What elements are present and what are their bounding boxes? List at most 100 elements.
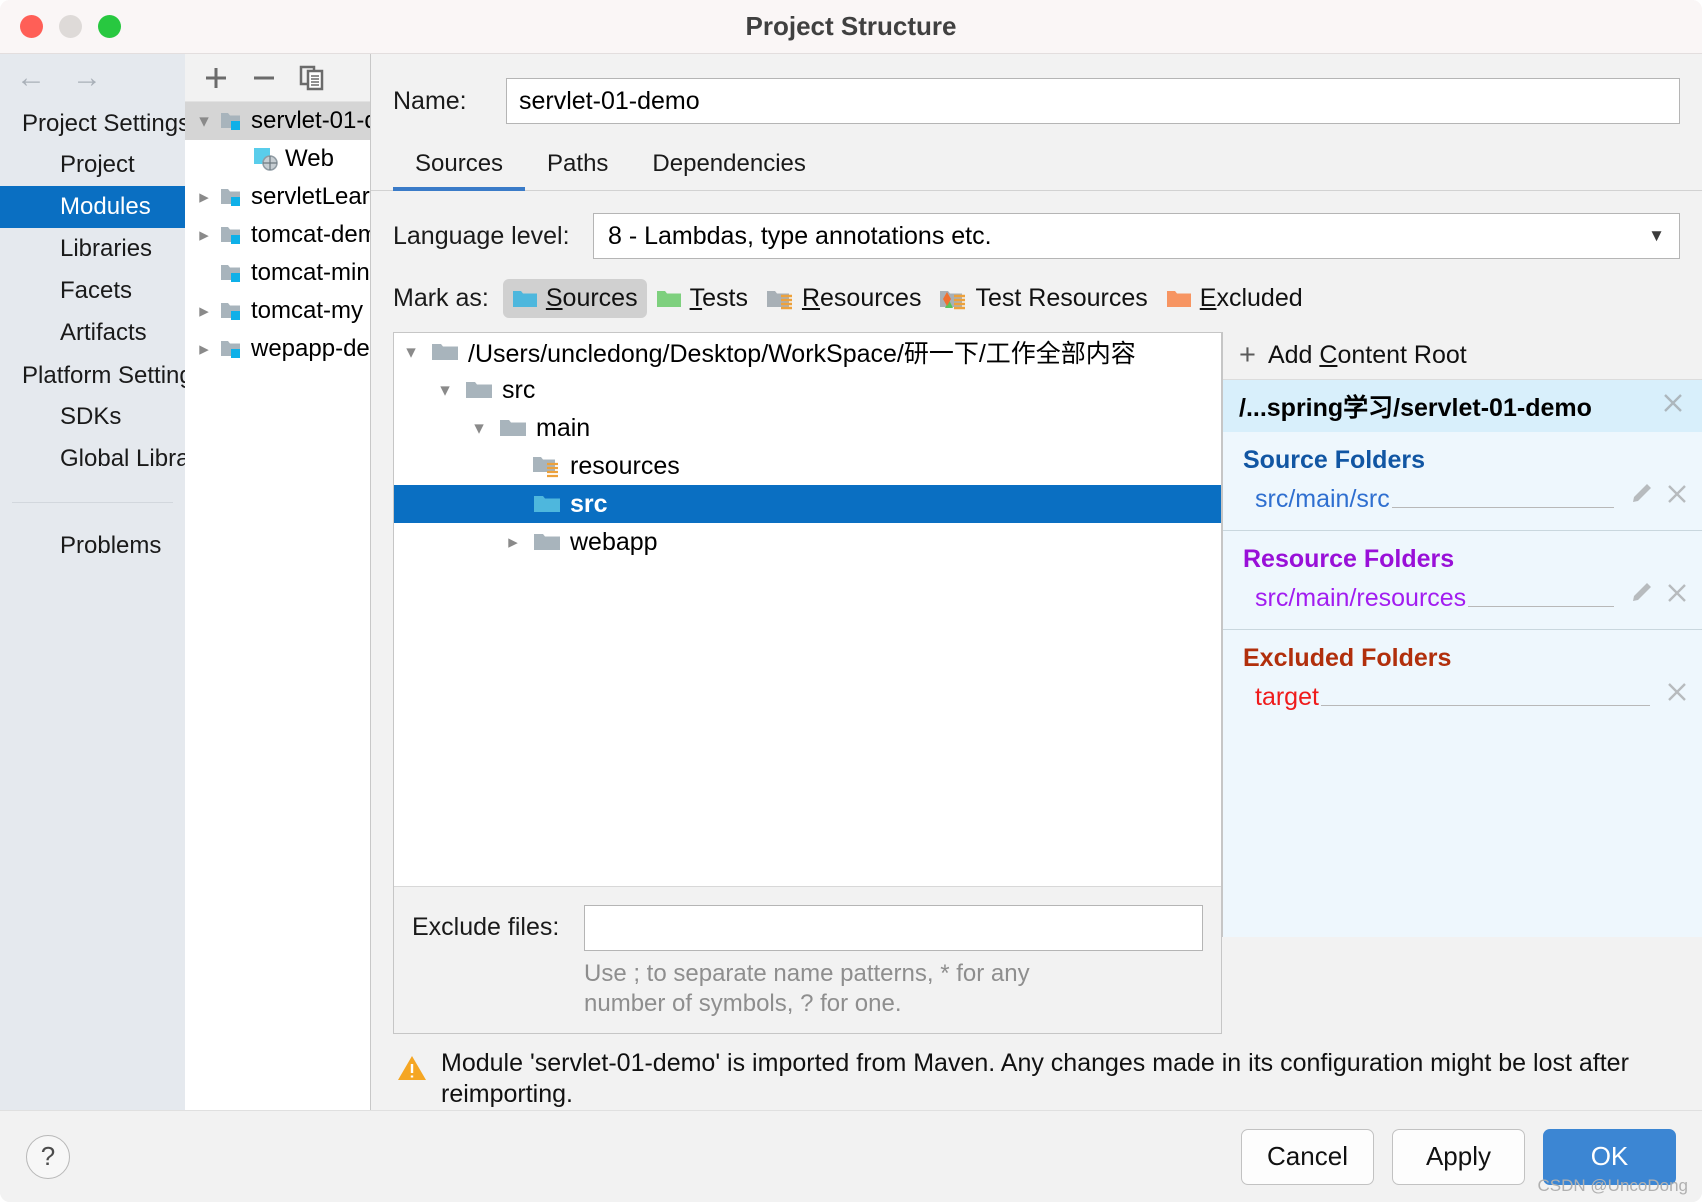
chevron-right-icon[interactable]: ▸ (191, 300, 217, 323)
module-editor-panel: Name: Sources Paths Dependencies Languag… (371, 54, 1702, 1110)
module-row-tomcat-demo[interactable]: ▸ tomcat-demo (185, 216, 370, 254)
mark-as-resources-button[interactable]: Resources (757, 279, 931, 318)
mark-as-tests-button[interactable]: Tests (647, 279, 757, 318)
module-label: servlet-01-demo (251, 107, 370, 134)
window-titlebar: Project Structure (0, 0, 1702, 54)
tests-folder-icon (656, 290, 681, 307)
module-row-tomcat-mini[interactable]: tomcat-mini (185, 254, 370, 292)
add-content-root-button[interactable]: + Add Content Root (1223, 332, 1702, 380)
chevron-down-icon[interactable]: ▾ (394, 341, 428, 364)
content-root-path: /...spring学习/servlet-01-demo (1239, 394, 1592, 422)
module-folder-icon (217, 110, 247, 132)
sidebar-item-sdks[interactable]: SDKs (0, 396, 185, 438)
pencil-icon[interactable] (1628, 481, 1654, 514)
module-folder-icon (217, 224, 247, 246)
tab-paths[interactable]: Paths (525, 150, 630, 190)
content-root-tree-pane: ▾ /Users/uncledong/Desktop/WorkSpace/研一下… (393, 332, 1222, 1034)
content-root-tree[interactable]: ▾ /Users/uncledong/Desktop/WorkSpace/研一下… (394, 333, 1221, 886)
mark-as-label: Mark as: (393, 284, 489, 312)
module-name-input[interactable] (506, 78, 1680, 124)
content-root-path-header[interactable]: /...spring学习/servlet-01-demo (1223, 380, 1702, 432)
entry-underline (1468, 606, 1614, 607)
sidebar-item-libraries[interactable]: Libraries (0, 228, 185, 270)
resource-folder-entry[interactable]: src/main/resources (1223, 574, 1702, 619)
sources-content-area: ▾ /Users/uncledong/Desktop/WorkSpace/研一下… (371, 332, 1702, 1034)
web-facet-icon (251, 147, 281, 171)
exclude-hint-line-1: Use ; to separate name patterns, * for a… (584, 959, 1030, 987)
help-button[interactable]: ? (26, 1134, 70, 1179)
sidebar-item-global-libraries[interactable]: Global Libraries (0, 438, 185, 480)
chevron-down-icon[interactable]: ▼ (1648, 226, 1665, 246)
apply-button[interactable]: Apply (1392, 1128, 1525, 1185)
source-folder-entry[interactable]: src/main/src (1223, 475, 1702, 520)
mark-as-sources-label-rest: ources (562, 284, 638, 312)
mark-as-excluded-button[interactable]: Excluded (1157, 279, 1312, 318)
resource-folders-section: Resource Folders src/main/resources (1223, 531, 1702, 630)
sidebar-item-project[interactable]: Project (0, 144, 185, 186)
cancel-button[interactable]: Cancel (1241, 1128, 1374, 1185)
tree-label: /Users/uncledong/Desktop/WorkSpace/研一下/工… (468, 340, 1136, 368)
copy-icon[interactable] (299, 65, 325, 91)
module-row-tomcat-my[interactable]: ▸ tomcat-my (185, 292, 370, 330)
module-row-wepapp-demo[interactable]: ▸ wepapp-demo (185, 330, 370, 368)
tree-row-resources[interactable]: resources (394, 447, 1221, 485)
resources-folder-icon (530, 454, 564, 478)
plus-icon[interactable] (203, 65, 229, 91)
tab-sources[interactable]: Sources (393, 150, 526, 191)
warning-text: Module 'servlet-01-demo' is imported fro… (441, 1048, 1629, 1108)
source-folders-section: Source Folders src/main/src (1223, 432, 1702, 531)
chevron-down-icon[interactable]: ▾ (428, 379, 462, 402)
source-folder-path: src/main/src (1255, 485, 1390, 513)
tree-label: resources (570, 451, 680, 480)
mark-as-sources-button[interactable]: Sources (502, 279, 647, 318)
sidebar-item-artifacts[interactable]: Artifacts (0, 312, 185, 354)
mark-as-excluded-label-rest: xcluded (1216, 284, 1303, 312)
close-icon[interactable] (1664, 580, 1690, 613)
chevron-right-icon[interactable]: ▸ (191, 186, 217, 209)
tree-row-content-root[interactable]: ▾ /Users/uncledong/Desktop/WorkSpace/研一下… (394, 333, 1221, 371)
sidebar-item-modules[interactable]: Modules (0, 186, 185, 228)
folder-icon (530, 531, 564, 553)
chevron-right-icon[interactable]: ▸ (191, 224, 217, 247)
close-icon[interactable] (1664, 481, 1690, 514)
excluded-folder-entry[interactable]: target (1223, 673, 1702, 718)
chevron-down-icon[interactable]: ▾ (462, 417, 496, 440)
warning-triangle-icon (397, 1054, 427, 1090)
sidebar-item-problems[interactable]: Problems (0, 525, 185, 567)
mark-as-test-resources-button[interactable]: Test Resources (930, 279, 1156, 318)
tree-row-src[interactable]: ▾ src (394, 371, 1221, 409)
module-row-web-facet[interactable]: Web (185, 140, 370, 178)
exclude-files-label: Exclude files: (412, 913, 560, 941)
exclude-files-input[interactable] (584, 904, 1203, 951)
pencil-icon[interactable] (1628, 580, 1654, 613)
module-label: wepapp-demo (251, 335, 370, 362)
close-icon[interactable] (1660, 390, 1686, 423)
sidebar-item-facets[interactable]: Facets (0, 270, 185, 312)
chevron-down-icon[interactable]: ▾ (191, 110, 217, 133)
name-label: Name: (393, 86, 467, 115)
module-row-servlet-01-demo[interactable]: ▾ servlet-01-demo (185, 102, 370, 140)
language-level-select[interactable]: 8 - Lambdas, type annotations etc. ▼ (593, 213, 1680, 259)
arrow-right-icon[interactable]: → (72, 63, 102, 93)
chevron-right-icon[interactable]: ▸ (191, 338, 217, 361)
tree-row-main[interactable]: ▾ main (394, 409, 1221, 447)
minus-icon[interactable] (251, 65, 277, 91)
maven-import-warning: Module 'servlet-01-demo' is imported fro… (371, 1034, 1702, 1111)
tree-row-webapp[interactable]: ▸ webapp (394, 523, 1221, 561)
arrow-left-icon[interactable]: ← (16, 63, 46, 93)
project-structure-dialog: Project Structure ← → Project Settings P… (0, 0, 1702, 1202)
excluded-folders-section: Excluded Folders target (1223, 630, 1702, 718)
resource-folders-title: Resource Folders (1243, 545, 1455, 573)
module-label: tomcat-demo (251, 221, 370, 248)
tab-dependencies[interactable]: Dependencies (630, 150, 827, 190)
module-row-servletlearn[interactable]: ▸ servletLearn (185, 178, 370, 216)
resource-folder-path: src/main/resources (1255, 584, 1467, 612)
chevron-right-icon[interactable]: ▸ (496, 531, 530, 554)
mark-as-tests-label-rest: ests (702, 284, 748, 312)
excluded-folder-path: target (1255, 683, 1319, 711)
mark-as-row: Mark as: Sources Tests Resources Test Re… (371, 259, 1702, 332)
module-label: tomcat-mini (251, 259, 370, 286)
tree-row-src-selected[interactable]: src (394, 485, 1221, 523)
module-tree[interactable]: ▾ servlet-01-demo (185, 102, 370, 1110)
close-icon[interactable] (1664, 679, 1690, 712)
